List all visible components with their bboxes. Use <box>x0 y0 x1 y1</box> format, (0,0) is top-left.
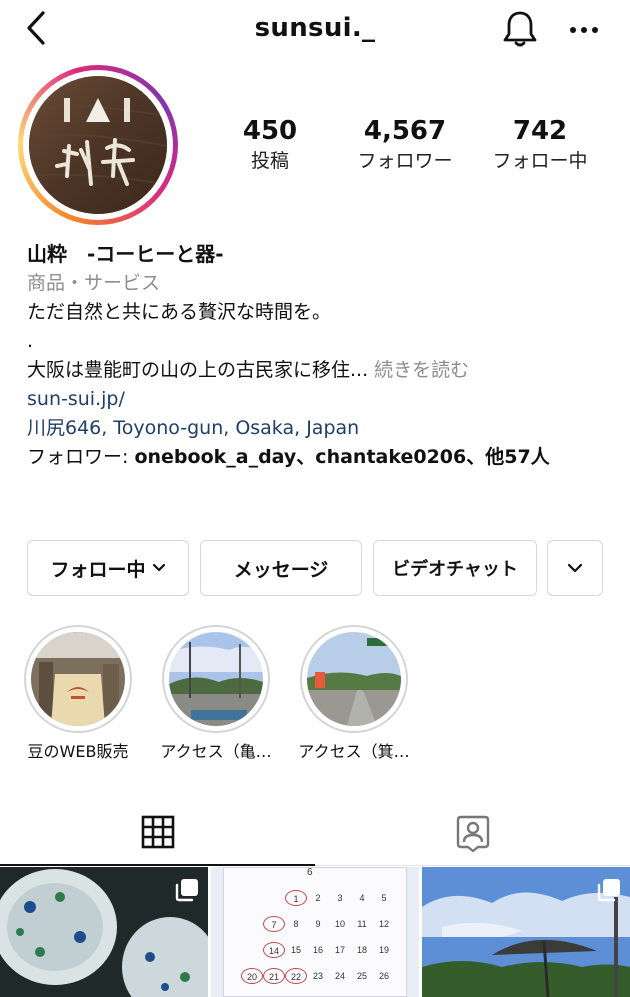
stat-posts[interactable]: 450 投稿 <box>220 114 320 174</box>
highlight-item[interactable]: 豆のWEB販売 <box>24 625 132 761</box>
post-thumbnail-parasol[interactable] <box>422 867 630 997</box>
posts-grid: 6 1 2 3 4 5 7 8 9 10 11 12 14 15 16 17 18 19 20 21 22 23 24 25… <box>0 867 630 997</box>
video-chat-button-label: ビデオチャット <box>392 559 518 580</box>
chevron-down-icon <box>152 563 165 572</box>
stat-following-label: フォロー中 <box>492 150 588 172</box>
read-more-link[interactable]: 続きを読む <box>368 359 469 381</box>
highlight-item[interactable]: アクセス（亀… <box>160 625 272 761</box>
bio-line: ただ自然と共にある贅沢な時間を。 <box>27 301 332 323</box>
calendar-day: 5 <box>381 893 387 903</box>
tab-posts[interactable] <box>0 800 315 866</box>
calendar-day: 10 <box>334 919 345 929</box>
followed-by[interactable]: フォロワー: onebook_a_day、chantake0206、他57人 <box>27 443 607 472</box>
stat-following-value: 742 <box>512 116 568 146</box>
following-button[interactable]: フォロー中 <box>27 540 189 596</box>
calendar-day: 7 <box>263 916 285 932</box>
profile-display-name: 山粋 -コーヒーと器- <box>27 242 224 266</box>
calendar-day: 21 <box>263 968 285 984</box>
calendar-day: 25 <box>356 971 367 981</box>
calendar-grid: 1 2 3 4 5 7 8 9 10 11 12 14 15 16 17 18 19 20 21 22 23 24 25 26 <box>235 885 395 989</box>
calendar-day: 24 <box>334 971 345 981</box>
multiple-images-icon <box>597 879 620 902</box>
profile-bio: 山粋 -コーヒーと器- 商品・サービス ただ自然と共にある贅沢な時間を。 . 大… <box>27 240 607 472</box>
stat-followers-label: フォロワー <box>357 150 453 172</box>
bio-line: . <box>27 330 34 352</box>
followed-by-names: onebook_a_day、chantake0206、他57人 <box>134 446 550 468</box>
calendar-day: 3 <box>337 893 343 903</box>
stat-following[interactable]: 742 フォロー中 <box>480 114 600 174</box>
calendar-day: 15 <box>290 945 301 955</box>
calendar-row: 12 3 4 5 <box>235 885 395 911</box>
calendar-day: 17 <box>334 945 345 955</box>
highlight-label: アクセス（箕… <box>298 742 410 761</box>
stat-followers-value: 4,567 <box>363 116 447 146</box>
stat-posts-value: 450 <box>242 116 298 146</box>
calendar-day: 20 <box>241 968 263 984</box>
bio-line-truncated: 大阪は豊能町の山の上の古民家に移住... 続きを読む <box>27 356 607 385</box>
post-thumbnail-glassware[interactable] <box>0 867 208 997</box>
highlight-cover-coffee-bag <box>31 632 125 726</box>
calendar-day: 23 <box>312 971 323 981</box>
tagged-person-icon <box>456 815 489 852</box>
profile-tabs <box>0 800 630 866</box>
calendar-day: 4 <box>359 893 365 903</box>
profile-category: 商品・サービス <box>27 272 161 294</box>
calendar-day: 8 <box>293 919 299 929</box>
calendar-day: 14 <box>263 942 285 958</box>
highlight-cover-road <box>169 632 263 726</box>
multiple-images-icon <box>175 879 198 902</box>
calendar-day: 22 <box>285 968 307 984</box>
followed-by-prefix: フォロワー: <box>27 446 135 468</box>
chevron-down-icon <box>567 563 583 573</box>
message-button[interactable]: メッセージ <box>200 540 362 596</box>
calendar-row: 14 15 16 17 18 19 <box>235 937 395 963</box>
highlight-label: 豆のWEB販売 <box>27 742 129 761</box>
grid-icon <box>141 815 174 849</box>
bio-text: 大阪は豊能町の山の上の古民家に移住... <box>27 359 369 381</box>
calendar-day: 16 <box>312 945 323 955</box>
more-options-button[interactable] <box>562 10 606 50</box>
stat-posts-label: 投稿 <box>250 150 289 172</box>
calendar-day: 19 <box>378 945 389 955</box>
post-thumbnail-calendar[interactable]: 6 1 2 3 4 5 7 8 9 10 11 12 14 15 16 17 18 19 20 21 22 23 24 25… <box>211 867 419 997</box>
more-horizontal-icon <box>570 27 598 33</box>
calendar-day: 1 <box>285 890 307 906</box>
address-link[interactable]: 川尻646, Toyono-gun, Osaka, Japan <box>27 414 607 443</box>
calendar-day: 11 <box>357 919 367 929</box>
bell-icon <box>503 11 537 47</box>
top-bar: sunsui._ <box>0 0 630 60</box>
website-link[interactable]: sun-sui.jp/ <box>27 385 607 414</box>
calendar-day: 26 <box>378 971 389 981</box>
video-chat-button[interactable]: ビデオチャット <box>373 540 537 596</box>
calendar-day: 2 <box>315 893 321 903</box>
tab-tagged[interactable] <box>315 800 630 866</box>
profile-avatar-story-ring[interactable] <box>18 65 178 225</box>
calendar-day: 9 <box>315 919 321 929</box>
avatar <box>29 76 167 214</box>
calendar-month: 6 <box>307 867 313 878</box>
calendar-day: 12 <box>378 919 389 929</box>
calendar-row: 20 21 22 23 24 25 26 <box>235 963 395 989</box>
calendar-row: 7 8 9 10 11 12 <box>235 911 395 937</box>
following-button-label: フォロー中 <box>50 558 146 581</box>
highlight-item[interactable]: アクセス（箕… <box>298 625 410 761</box>
message-button-label: メッセージ <box>233 558 329 581</box>
highlight-label: アクセス（亀… <box>160 742 272 761</box>
calendar-day: 18 <box>356 945 367 955</box>
suggested-accounts-button[interactable] <box>547 540 603 596</box>
stat-followers[interactable]: 4,567 フォロワー <box>340 114 470 174</box>
highlight-cover-intersection <box>307 632 401 726</box>
notifications-button[interactable] <box>498 8 542 50</box>
